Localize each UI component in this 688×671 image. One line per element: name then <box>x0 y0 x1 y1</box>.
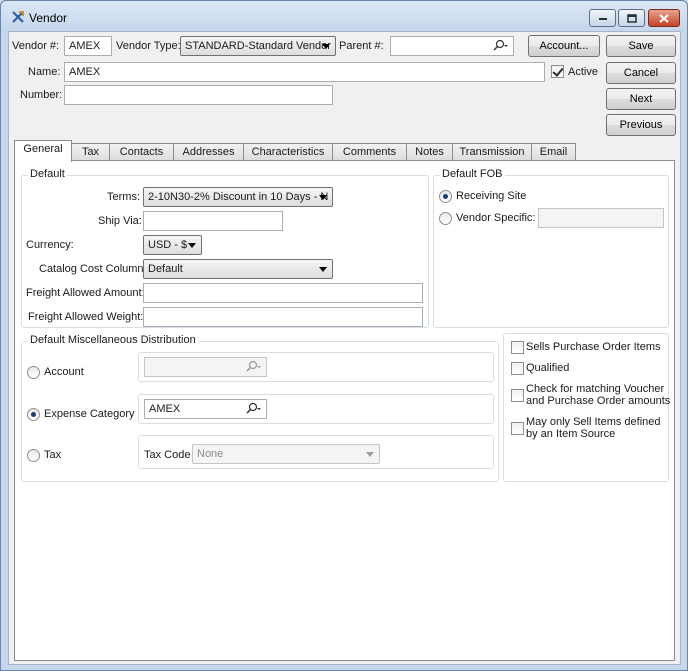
ship-via-label: Ship Via: <box>98 215 142 227</box>
check-matching-label-line1: Check for matching Voucher <box>526 383 665 395</box>
check-matching-label-line2: and Purchase Order amounts <box>526 395 671 407</box>
tab-email[interactable]: Email <box>531 143 576 161</box>
expense-category-value: AMEX <box>149 403 181 415</box>
freight-allowed-weight-input[interactable] <box>143 307 423 327</box>
title-bar: Vendor <box>1 1 687 31</box>
default-fob-group-title: Default FOB <box>440 168 505 180</box>
vendor-number-input[interactable]: AMEX <box>64 36 112 56</box>
cancel-button[interactable]: Cancel <box>606 62 676 84</box>
close-icon <box>659 13 669 23</box>
vendor-type-value: STANDARD-Standard Vendor <box>185 40 331 52</box>
currency-value: USD - $ <box>148 239 188 251</box>
restore-icon <box>626 13 637 23</box>
number-label: Number: <box>20 89 63 101</box>
tab-tax[interactable]: Tax <box>71 143 110 161</box>
chevron-down-icon <box>366 452 374 457</box>
freight-allowed-weight-label: Freight Allowed Weight: <box>28 311 144 323</box>
parent-number-label: Parent #: <box>339 40 384 52</box>
vendor-window: Vendor Vendor #: AMEX Vendor Type: STAND… <box>0 0 688 671</box>
tax-code-select[interactable]: None <box>192 444 380 464</box>
expense-category-input[interactable]: AMEX <box>144 399 267 419</box>
general-tab-panel: Default Terms: 2-10N30-2% Discount in 10… <box>14 160 675 661</box>
freight-allowed-amount-input[interactable] <box>143 283 423 303</box>
name-label: Name: <box>28 66 61 78</box>
tab-notes[interactable]: Notes <box>406 143 453 161</box>
receiving-site-radio[interactable] <box>439 190 452 203</box>
qualified-label: Qualified <box>526 362 570 374</box>
tax-radio[interactable] <box>27 449 40 462</box>
receiving-site-label: Receiving Site <box>456 190 527 202</box>
misc-distribution-group: Default Miscellaneous Distribution Accou… <box>21 334 499 482</box>
minimize-icon <box>598 18 607 20</box>
default-group-title: Default <box>28 168 67 180</box>
catalog-cost-column-label: Catalog Cost Column: <box>39 263 147 275</box>
vendor-specific-label: Vendor Specific: <box>456 212 536 224</box>
default-fob-group: Default FOB Receiving Site Vendor Specif… <box>433 168 669 328</box>
account-input[interactable] <box>144 357 267 377</box>
vendor-number-label: Vendor #: <box>12 40 60 52</box>
terms-label: Terms: <box>107 191 140 203</box>
close-window-button[interactable] <box>648 9 680 27</box>
qualified-checkbox[interactable] <box>511 362 524 375</box>
check-matching-checkbox[interactable] <box>511 389 524 402</box>
tax-code-value: None <box>197 448 224 460</box>
terms-select[interactable]: 2-10N30-2% Discount in 10 Days - N <box>143 187 333 207</box>
sells-po-items-label: Sells Purchase Order Items <box>526 341 661 353</box>
tab-general[interactable]: General <box>14 140 72 162</box>
next-button[interactable]: Next <box>606 88 676 110</box>
tab-transmission[interactable]: Transmission <box>452 143 532 161</box>
minimize-button[interactable] <box>589 9 616 27</box>
expense-category-box: AMEX <box>138 394 494 424</box>
tab-comments[interactable]: Comments <box>332 143 407 161</box>
tab-addresses[interactable]: Addresses <box>173 143 244 161</box>
chevron-down-icon <box>319 195 327 200</box>
name-input[interactable]: AMEX <box>64 62 545 82</box>
chevron-down-icon <box>319 267 327 272</box>
sells-po-items-checkbox[interactable] <box>511 341 524 354</box>
account-button[interactable]: Account... <box>528 35 600 57</box>
terms-value: 2-10N30-2% Discount in 10 Days - N <box>148 191 329 203</box>
account-label: Account <box>44 366 84 378</box>
freight-allowed-amount-label: Freight Allowed Amount: <box>26 287 145 299</box>
chevron-down-icon <box>188 243 196 248</box>
maximize-button[interactable] <box>618 9 645 27</box>
active-checkbox[interactable] <box>551 65 564 78</box>
active-label: Active <box>568 66 598 78</box>
expense-category-label: Expense Category <box>44 408 135 420</box>
ship-via-input[interactable] <box>143 211 283 231</box>
default-group: Default Terms: 2-10N30-2% Discount in 10… <box>21 168 429 328</box>
vendor-specific-input[interactable] <box>538 208 664 228</box>
window-title: Vendor <box>29 11 68 25</box>
tab-characteristics[interactable]: Characteristics <box>243 143 333 161</box>
vendor-type-label: Vendor Type: <box>116 40 181 52</box>
previous-button[interactable]: Previous <box>606 114 676 136</box>
misc-distribution-group-title: Default Miscellaneous Distribution <box>28 334 198 346</box>
save-button[interactable]: Save <box>606 35 676 57</box>
chevron-down-icon <box>322 44 330 49</box>
tax-code-label: Tax Code <box>144 449 191 461</box>
catalog-cost-column-value: Default <box>148 263 183 275</box>
parent-number-input[interactable] <box>390 36 514 56</box>
tax-label: Tax <box>44 449 62 461</box>
search-lookup-icon[interactable] <box>244 360 262 374</box>
vendor-specific-radio[interactable] <box>439 212 452 225</box>
account-radio[interactable] <box>27 366 40 379</box>
client-area: Vendor #: AMEX Vendor Type: STANDARD-Sta… <box>8 31 681 665</box>
expense-category-radio[interactable] <box>27 408 40 421</box>
may-only-sell-label-line2: by an Item Source <box>526 428 616 440</box>
currency-label: Currency: <box>26 239 74 251</box>
catalog-cost-column-select[interactable]: Default <box>143 259 333 279</box>
vendor-options-group: Sells Purchase Order Items Qualified Che… <box>503 333 671 482</box>
search-lookup-icon[interactable] <box>491 39 509 53</box>
vendor-type-select[interactable]: STANDARD-Standard Vendor <box>180 36 336 56</box>
search-lookup-icon[interactable] <box>244 402 262 416</box>
tax-box: Tax Code None <box>138 435 494 469</box>
may-only-sell-label-line1: May only Sell Items defined <box>526 416 661 428</box>
tab-contacts[interactable]: Contacts <box>109 143 174 161</box>
xtuple-logo-icon <box>12 11 24 23</box>
account-box <box>138 352 494 382</box>
number-input[interactable] <box>64 85 333 105</box>
may-only-sell-checkbox[interactable] <box>511 422 524 435</box>
currency-select[interactable]: USD - $ <box>143 235 202 255</box>
